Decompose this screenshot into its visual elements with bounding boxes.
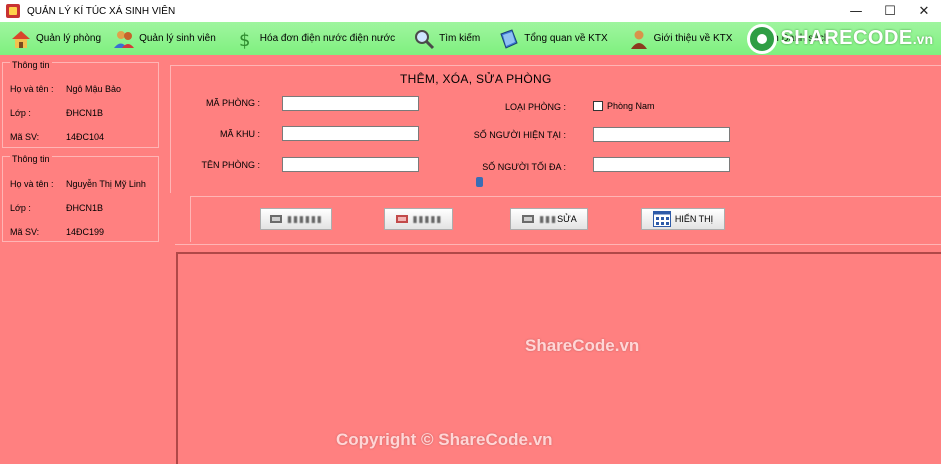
maximize-button[interactable]: ☐ bbox=[873, 0, 907, 22]
info-label: Lớp : bbox=[10, 108, 31, 118]
grid-view-icon bbox=[652, 211, 671, 227]
info-value: Nguyễn Thị Mỹ Linh bbox=[66, 179, 146, 189]
person-icon bbox=[628, 28, 650, 50]
ma-phong-label: MÃ PHÒNG : bbox=[205, 98, 260, 108]
ma-khu-label: MÃ KHU : bbox=[219, 129, 260, 139]
minimize-button[interactable]: — bbox=[839, 0, 873, 22]
menu-label: Quản lý phòng bbox=[36, 33, 102, 44]
loai-phong-label: LOẠI PHÒNG : bbox=[504, 102, 566, 112]
house-icon bbox=[10, 28, 32, 50]
info-box-legend: Thông tin bbox=[10, 60, 52, 70]
info-value: 14ĐC199 bbox=[66, 227, 105, 237]
sua-button-prefix: ▮▮▮ bbox=[539, 213, 558, 224]
hien-thi-button[interactable]: HIỂN THỊ bbox=[641, 208, 725, 230]
mouse-cursor-icon bbox=[476, 177, 483, 187]
them-button[interactable]: ▮▮▮▮▮▮ bbox=[260, 208, 332, 230]
title-bar: QUẢN LÝ KÍ TÚC XÁ SINH VIÊN — ☐ ✕ bbox=[0, 0, 941, 22]
phong-nam-label: Phòng Nam bbox=[607, 101, 655, 111]
book-icon bbox=[498, 28, 520, 50]
menu-quan-ly-phong[interactable]: Quản lý phòng bbox=[4, 22, 107, 55]
menu-label: Hóa đơn điện nước điện nước bbox=[259, 33, 396, 44]
ten-phong-input[interactable] bbox=[282, 157, 419, 172]
sua-button-label: SỬA bbox=[557, 214, 577, 224]
close-button[interactable]: ✕ bbox=[907, 0, 941, 22]
so-nguoi-hien-tai-input[interactable] bbox=[593, 127, 730, 142]
magnifier-icon bbox=[413, 28, 435, 50]
so-nguoi-hien-tai-label: SỐ NGƯỜI HIỆN TẠI : bbox=[473, 130, 566, 140]
menu-tong-quan[interactable]: Tổng quan về KTX bbox=[492, 22, 613, 55]
xoa-button-label: ▮▮▮▮▮ bbox=[412, 213, 443, 224]
info-label: Mã SV: bbox=[10, 132, 40, 142]
logo-icon bbox=[747, 23, 778, 54]
menu-quan-ly-sinh-vien[interactable]: Quản lý sinh viên bbox=[107, 22, 222, 55]
info-label: Họ và tên : bbox=[10, 179, 54, 189]
app-icon bbox=[6, 4, 20, 18]
menu-label: Tìm kiếm bbox=[439, 33, 481, 44]
info-value: Ngô Mậu Bảo bbox=[66, 84, 122, 94]
info-value: ĐHCN1B bbox=[66, 203, 104, 213]
delete-icon bbox=[395, 213, 409, 225]
info-value: ĐHCN1B bbox=[66, 108, 104, 118]
logo-tld: .vn bbox=[912, 30, 933, 47]
menu-hoa-don[interactable]: $ Hóa đơn điện nước điện nước bbox=[228, 22, 401, 55]
them-button-label: ▮▮▮▮▮▮ bbox=[287, 213, 323, 224]
watermark-bottom: Copyright © ShareCode.vn bbox=[336, 430, 553, 449]
info-label: Lớp : bbox=[10, 203, 31, 213]
window-controls: — ☐ ✕ bbox=[839, 0, 941, 22]
sua-button[interactable]: ▮▮▮ SỬA bbox=[510, 208, 588, 230]
add-icon bbox=[269, 213, 283, 225]
info-value: 14ĐC104 bbox=[66, 132, 105, 142]
ten-phong-label: TÊN PHÒNG : bbox=[201, 160, 260, 170]
form-heading: THÊM, XÓA, SỬA PHÒNG bbox=[400, 72, 552, 86]
so-nguoi-toi-da-input[interactable] bbox=[593, 157, 730, 172]
so-nguoi-toi-da-label: SỐ NGƯỜI TỐI ĐA : bbox=[482, 162, 566, 172]
users-icon bbox=[113, 28, 135, 50]
ma-khu-input[interactable] bbox=[282, 126, 419, 141]
window-title: QUẢN LÝ KÍ TÚC XÁ SINH VIÊN bbox=[27, 5, 176, 17]
sharecode-logo: SHARECODE .vn bbox=[747, 22, 933, 55]
phong-data-grid[interactable] bbox=[176, 252, 941, 464]
menu-bar: Quản lý phòng Quản lý sinh viên $ Hóa đơ… bbox=[0, 22, 941, 55]
info-box-legend: Thông tin bbox=[10, 154, 52, 164]
menu-label: Giới thiệu về KTX bbox=[653, 33, 733, 44]
ma-phong-input[interactable] bbox=[282, 96, 419, 111]
logo-text: SHARECODE bbox=[780, 27, 913, 49]
hien-thi-button-label: HIỂN THỊ bbox=[674, 214, 714, 224]
menu-label: Tổng quan về KTX bbox=[524, 33, 608, 44]
menu-tim-kiem[interactable]: Tìm kiếm bbox=[407, 22, 486, 55]
info-label: Họ và tên : bbox=[10, 84, 54, 94]
menu-gioi-thieu[interactable]: Giới thiệu về KTX bbox=[622, 22, 739, 55]
menu-label: Quản lý sinh viên bbox=[139, 33, 216, 44]
dollar-icon: $ bbox=[234, 28, 256, 50]
svg-text:$: $ bbox=[239, 30, 250, 50]
phong-nam-checkbox[interactable] bbox=[593, 101, 603, 111]
info-label: Mã SV: bbox=[10, 227, 40, 237]
watermark-center: ShareCode.vn bbox=[525, 336, 640, 355]
edit-icon bbox=[521, 213, 535, 225]
xoa-button[interactable]: ▮▮▮▮▮ bbox=[384, 208, 453, 230]
